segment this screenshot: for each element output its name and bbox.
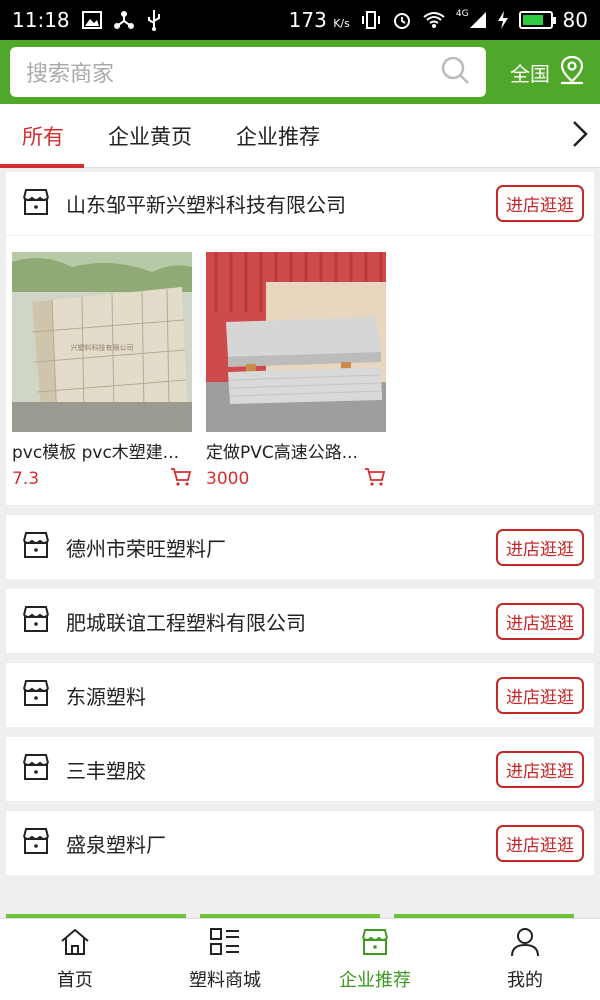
nav-plastic-mall-label[interactable]: 塑料商城 — [189, 966, 261, 992]
store-list: 山东邹平新兴塑料科技有限公司 进店逛逛 兴塑料科技有限公司 pvc模板 pvc木… — [6, 172, 594, 885]
category-tabs: 所有 企业黄页 企业推荐 — [0, 104, 600, 168]
cart-icon[interactable] — [364, 467, 386, 491]
store-row[interactable]: 德州市荣旺塑料厂 进店逛逛 — [6, 515, 594, 579]
product-name[interactable]: pvc模板 pvc木塑建... — [12, 438, 192, 463]
battery-level: 80 — [562, 8, 588, 32]
store-name[interactable]: 肥城联谊工程塑料有限公司 — [66, 607, 496, 636]
visit-store-button[interactable]: 进店逛逛 — [496, 750, 584, 788]
charging-icon — [497, 10, 509, 30]
visit-store-button[interactable]: 进店逛逛 — [496, 602, 584, 640]
product-image[interactable] — [206, 252, 386, 432]
store-row[interactable]: 东源塑料 进店逛逛 — [6, 663, 594, 727]
store-row[interactable]: 三丰塑胶 进店逛逛 — [6, 737, 594, 801]
nav-mine[interactable]: 我的 — [450, 919, 600, 1000]
vibrate-icon — [360, 10, 382, 30]
store-name[interactable]: 三丰塑胶 — [66, 755, 496, 784]
visit-store-button[interactable]: 进店逛逛 — [496, 185, 584, 222]
store-icon — [20, 186, 52, 222]
tab-all[interactable]: 所有 — [0, 104, 86, 168]
chevron-right-icon[interactable] — [571, 120, 589, 152]
battery-icon — [518, 11, 556, 29]
nav-mine-label[interactable]: 我的 — [507, 966, 543, 992]
store-icon — [20, 529, 52, 565]
product-image[interactable]: 兴塑料科技有限公司 — [12, 252, 192, 432]
user-icon[interactable] — [509, 927, 541, 962]
product-card[interactable]: 定做PVC高速公路... 3000 — [206, 252, 386, 491]
wifi-icon — [422, 11, 446, 29]
region-label[interactable]: 全国 — [510, 58, 550, 87]
store-icon[interactable] — [359, 927, 391, 962]
store-name[interactable]: 东源塑料 — [66, 681, 496, 710]
status-bar: 11:18 173 K/s 4G 80 — [0, 0, 600, 40]
product-name[interactable]: 定做PVC高速公路... — [206, 438, 386, 463]
region-selector[interactable]: 全国 — [510, 55, 590, 90]
store-card: 德州市荣旺塑料厂 进店逛逛 — [6, 515, 594, 579]
signal-icon: 4G — [456, 9, 487, 29]
store-name[interactable]: 山东邹平新兴塑料科技有限公司 — [66, 189, 496, 218]
network-speed: 173 K/s — [288, 8, 350, 32]
tab-yellow-pages[interactable]: 企业黄页 — [86, 104, 214, 168]
store-icon — [20, 751, 52, 787]
bottom-nav: 首页 塑料商城 企业推荐 我的 — [0, 918, 600, 1000]
cart-icon[interactable] — [170, 467, 192, 491]
tabs-more-button[interactable] — [560, 104, 600, 168]
product-card[interactable]: 兴塑料科技有限公司 pvc模板 pvc木塑建... 7.3 — [12, 252, 192, 491]
tab-recommended[interactable]: 企业推荐 — [214, 104, 342, 168]
search-icon[interactable] — [440, 55, 470, 89]
header: 搜索商家 全国 — [0, 40, 600, 104]
home-icon[interactable] — [59, 927, 91, 962]
svg-text:兴塑料科技有限公司: 兴塑料科技有限公司 — [71, 343, 134, 352]
nav-home[interactable]: 首页 — [0, 919, 150, 1000]
search-placeholder[interactable]: 搜索商家 — [26, 56, 440, 88]
grid-list-icon[interactable] — [209, 927, 241, 962]
store-icon — [20, 825, 52, 861]
visit-store-button[interactable]: 进店逛逛 — [496, 528, 584, 566]
store-card: 盛泉塑料厂 进店逛逛 — [6, 811, 594, 875]
product-price: 3000 — [206, 469, 250, 489]
location-pin-icon[interactable] — [558, 55, 586, 90]
visit-store-button[interactable]: 进店逛逛 — [496, 824, 584, 862]
store-row[interactable]: 盛泉塑料厂 进店逛逛 — [6, 811, 594, 875]
nav-recommended-label[interactable]: 企业推荐 — [339, 966, 411, 992]
usb-share-icon — [113, 10, 134, 30]
product-price: 7.3 — [12, 469, 40, 489]
store-card: 肥城联谊工程塑料有限公司 进店逛逛 — [6, 589, 594, 653]
nav-recommended[interactable]: 企业推荐 — [300, 919, 450, 1000]
search-bar[interactable]: 搜索商家 — [10, 47, 486, 97]
store-card: 三丰塑胶 进店逛逛 — [6, 737, 594, 801]
visit-store-button[interactable]: 进店逛逛 — [496, 676, 584, 714]
clock: 11:18 — [12, 8, 70, 32]
store-card: 东源塑料 进店逛逛 — [6, 663, 594, 727]
product-grid: 兴塑料科技有限公司 pvc模板 pvc木塑建... 7.3 定做PVC高速公路.… — [6, 236, 594, 505]
store-row[interactable]: 肥城联谊工程塑料有限公司 进店逛逛 — [6, 589, 594, 653]
usb-icon — [146, 9, 162, 31]
store-icon — [20, 603, 52, 639]
store-name[interactable]: 盛泉塑料厂 — [66, 829, 496, 858]
store-icon — [20, 677, 52, 713]
nav-plastic-mall[interactable]: 塑料商城 — [150, 919, 300, 1000]
store-row[interactable]: 山东邹平新兴塑料科技有限公司 进店逛逛 — [6, 172, 594, 236]
store-name[interactable]: 德州市荣旺塑料厂 — [66, 533, 496, 562]
image-icon — [81, 11, 102, 29]
alarm-icon — [392, 10, 412, 30]
nav-home-label[interactable]: 首页 — [57, 966, 93, 992]
store-card: 山东邹平新兴塑料科技有限公司 进店逛逛 兴塑料科技有限公司 pvc模板 pvc木… — [6, 172, 594, 505]
